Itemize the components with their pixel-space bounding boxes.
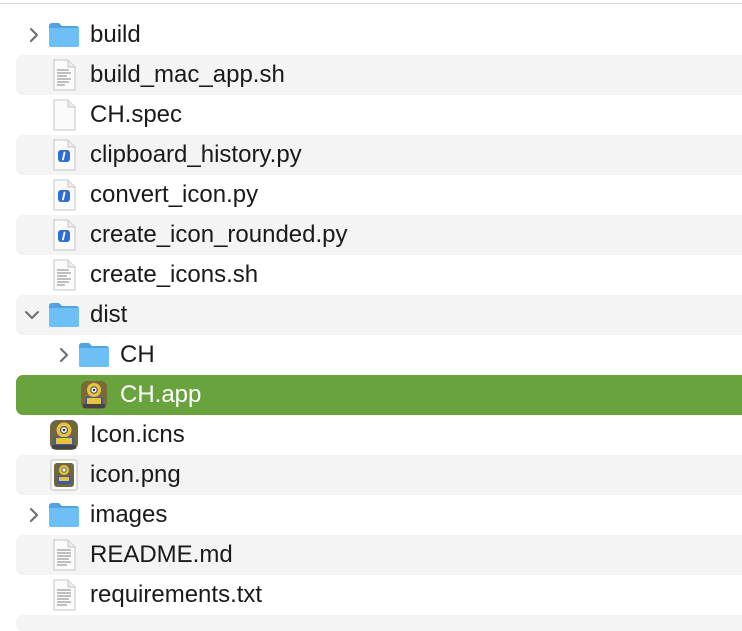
- file-name: clipboard_history.py: [90, 141, 302, 168]
- file-list: build build_mac_app.sh CH.spec clipboard…: [16, 15, 742, 631]
- folder-icon: [47, 498, 81, 532]
- file-name: CH: [120, 341, 155, 368]
- python-file-icon: [47, 178, 81, 212]
- list-item-create-icon-rounded-py[interactable]: create_icon_rounded.py: [16, 215, 742, 255]
- file-name: requirements.txt: [90, 581, 263, 608]
- python-file-icon: [47, 138, 81, 172]
- file-name: icon.png: [90, 461, 181, 488]
- script-file-icon: [47, 58, 81, 92]
- list-item-build[interactable]: build: [16, 15, 742, 55]
- list-item-ch-spec[interactable]: CH.spec: [16, 95, 742, 135]
- python-file-icon: [47, 218, 81, 252]
- chevron-right-icon[interactable]: [25, 506, 43, 524]
- file-name: Icon.icns: [90, 421, 185, 448]
- text-file-icon: [47, 538, 81, 572]
- file-name: create_icon_rounded.py: [90, 221, 348, 248]
- list-item-build-mac-app-sh[interactable]: build_mac_app.sh: [16, 55, 742, 95]
- empty-row: [16, 615, 742, 631]
- image-file-icon: [47, 458, 81, 492]
- list-item-create-icons-sh[interactable]: create_icons.sh: [16, 255, 742, 295]
- app-icon: [77, 378, 111, 412]
- chevron-down-icon[interactable]: [23, 306, 41, 324]
- chevron-right-icon[interactable]: [25, 26, 43, 44]
- file-name: README.md: [90, 541, 233, 568]
- file-name: convert_icon.py: [90, 181, 259, 208]
- file-name: build_mac_app.sh: [90, 61, 285, 88]
- file-name: build: [90, 21, 141, 48]
- folder-icon: [47, 298, 81, 332]
- chevron-right-icon[interactable]: [55, 346, 73, 364]
- list-item-ch-app[interactable]: CH.app: [16, 375, 742, 415]
- file-name: images: [90, 501, 168, 528]
- list-item-icon-icns[interactable]: Icon.icns: [16, 415, 742, 455]
- icns-file-icon: [47, 418, 81, 452]
- file-name: CH.app: [120, 381, 202, 408]
- list-item-dist[interactable]: dist: [16, 295, 742, 335]
- list-item-readme-md[interactable]: README.md: [16, 535, 742, 575]
- list-item-images[interactable]: images: [16, 495, 742, 535]
- file-name: dist: [90, 301, 128, 328]
- blank-file-icon: [47, 98, 81, 132]
- list-item-clipboard-history-py[interactable]: clipboard_history.py: [16, 135, 742, 175]
- text-file-icon: [47, 578, 81, 612]
- file-name: CH.spec: [90, 101, 183, 128]
- folder-icon: [47, 18, 81, 52]
- folder-icon: [77, 338, 111, 372]
- top-divider: [0, 3, 742, 4]
- list-item-ch-folder[interactable]: CH: [16, 335, 742, 375]
- list-item-icon-png[interactable]: icon.png: [16, 455, 742, 495]
- script-file-icon: [47, 258, 81, 292]
- list-item-requirements-txt[interactable]: requirements.txt: [16, 575, 742, 615]
- file-name: create_icons.sh: [90, 261, 259, 288]
- list-item-convert-icon-py[interactable]: convert_icon.py: [16, 175, 742, 215]
